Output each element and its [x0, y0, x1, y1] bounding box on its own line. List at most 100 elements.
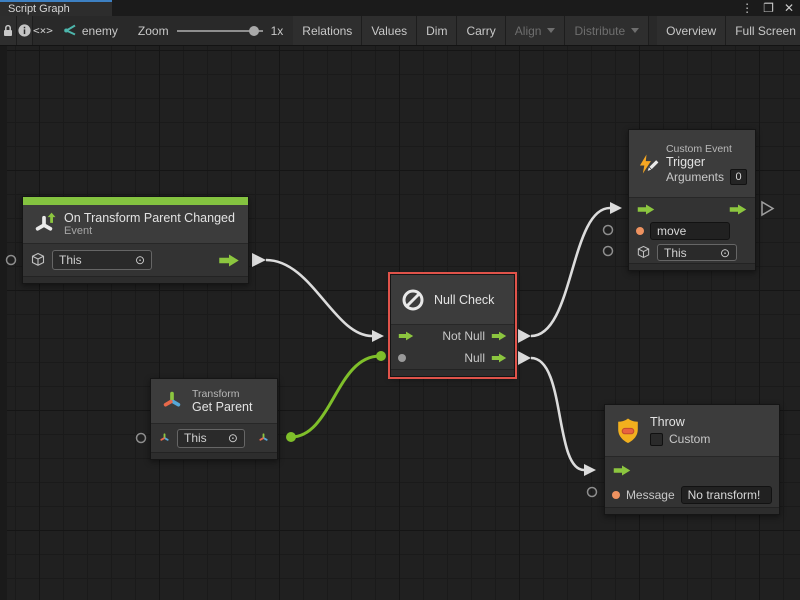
window-controls: ⋮ ❐ ✕ — [741, 0, 794, 16]
graph-toolbar: <×> enemy Zoom 1x Relations Values Dim C… — [0, 16, 800, 46]
code-icon: <×> — [33, 24, 53, 37]
transform-port-icon[interactable] — [158, 431, 171, 445]
gameobject-cube-icon — [30, 252, 46, 268]
full-screen-button[interactable]: Full Screen — [726, 16, 800, 45]
graph-name: enemy — [82, 24, 118, 38]
node-footer — [605, 507, 779, 514]
node-title: Get Parent — [192, 400, 252, 414]
null-check-icon — [399, 286, 427, 314]
wire-endpoint-dot — [376, 351, 386, 361]
flow-arrow-icon[interactable] — [636, 204, 656, 215]
trigger-target-port[interactable] — [604, 247, 613, 256]
node-title: Null Check — [434, 293, 494, 307]
arguments-count-field[interactable]: 0 — [730, 169, 747, 185]
transform-output-port-icon[interactable] — [257, 431, 270, 445]
node-null-check[interactable]: Null Check Not Null Null — [390, 274, 515, 377]
node-title: Throw — [650, 415, 710, 429]
node-title: On Transform Parent Changed — [64, 211, 235, 225]
wire-arrowhead — [372, 330, 384, 342]
getparent-target-select[interactable]: This ⊙ — [177, 429, 245, 448]
flow-arrow-icon[interactable] — [612, 465, 632, 476]
wire-event-to-nullcheck[interactable] — [266, 260, 372, 336]
target-picker-icon[interactable]: ⊙ — [135, 253, 145, 267]
close-icon[interactable]: ✕ — [784, 0, 794, 16]
window-menu-icon[interactable]: ⋮ — [741, 0, 753, 16]
wire-getparent-to-nullcheck[interactable] — [291, 356, 380, 437]
node-category: Transform — [192, 388, 252, 400]
zoom-label: Zoom — [138, 24, 169, 38]
event-output-triangle[interactable] — [252, 253, 266, 267]
transform-event-icon — [31, 211, 57, 237]
zoom-control: Zoom 1x — [128, 16, 293, 45]
node-throw[interactable]: Throw Custom Message No transform! — [604, 404, 780, 515]
graph-breadcrumb[interactable]: enemy — [53, 16, 128, 45]
tab-bar: Script Graph ⋮ ❐ ✕ — [0, 0, 800, 16]
dim-button[interactable]: Dim — [417, 16, 457, 45]
custom-checkbox[interactable] — [650, 433, 663, 446]
event-target-select[interactable]: This ⊙ — [52, 250, 152, 270]
maximize-icon[interactable]: ❐ — [763, 0, 774, 16]
null-port-label: Null — [464, 351, 485, 365]
flow-arrow-icon[interactable] — [491, 331, 507, 341]
node-footer — [391, 369, 514, 376]
inspect-button[interactable] — [17, 16, 33, 45]
flow-arrow-icon[interactable] — [398, 331, 414, 341]
node-trigger-custom-event[interactable]: Custom Event Trigger Arguments 0 — [628, 129, 756, 271]
graph-canvas[interactable]: On Transform Parent Changed Event This ⊙ — [0, 46, 800, 600]
not-null-port-label: Not Null — [442, 329, 485, 343]
wire-null-to-throw[interactable] — [531, 358, 584, 470]
distribute-dropdown[interactable]: Distribute — [565, 16, 649, 45]
throw-message-port[interactable] — [588, 488, 597, 497]
transform-icon — [159, 388, 185, 414]
align-dropdown[interactable]: Align — [506, 16, 566, 45]
target-picker-icon[interactable]: ⊙ — [228, 431, 238, 445]
throw-error-icon — [613, 416, 643, 446]
event-target-port[interactable] — [7, 256, 16, 265]
message-label: Message — [626, 488, 675, 502]
message-port[interactable] — [612, 491, 620, 499]
message-field[interactable]: No transform! — [681, 486, 772, 504]
node-on-transform-parent-changed[interactable]: On Transform Parent Changed Event This ⊙ — [22, 196, 249, 284]
trigger-output-triangle[interactable] — [762, 202, 773, 215]
null-input-port[interactable] — [398, 354, 406, 362]
notnull-output-triangle[interactable] — [518, 329, 531, 343]
zoom-slider[interactable] — [177, 25, 263, 37]
flow-arrow-icon[interactable] — [728, 204, 748, 215]
node-footer — [151, 452, 277, 459]
flow-arrow-icon[interactable] — [491, 353, 507, 363]
relations-button[interactable]: Relations — [293, 16, 362, 45]
target-picker-icon[interactable]: ⊙ — [720, 246, 730, 260]
wire-arrowhead — [610, 202, 622, 214]
flow-arrow-icon[interactable] — [217, 254, 241, 267]
graph-icon — [63, 24, 77, 37]
visual-scripting-window: Script Graph ⋮ ❐ ✕ <×> — [0, 0, 800, 600]
node-footer — [23, 276, 248, 283]
wire-notnull-to-trigger[interactable] — [531, 208, 610, 336]
getparent-target-port[interactable] — [137, 434, 146, 443]
wire-endpoint-dot — [286, 432, 296, 442]
event-name-port[interactable] — [636, 227, 644, 235]
chevron-down-icon — [547, 28, 555, 33]
event-name-field[interactable]: move — [650, 222, 730, 240]
info-icon — [17, 23, 32, 38]
lock-button[interactable] — [0, 16, 17, 45]
node-footer — [629, 263, 755, 270]
lock-icon — [0, 23, 16, 39]
toolbar-right-buttons: Relations Values Dim Carry Align Distrib… — [293, 16, 800, 45]
arguments-label: Arguments — [666, 170, 724, 184]
trigger-name-port[interactable] — [604, 226, 613, 235]
carry-button[interactable]: Carry — [457, 16, 505, 45]
values-button[interactable]: Values — [362, 16, 417, 45]
node-get-parent[interactable]: Transform Get Parent This ⊙ — [150, 378, 278, 460]
zoom-slider-handle[interactable] — [249, 26, 259, 36]
null-output-triangle[interactable] — [518, 351, 531, 365]
wire-arrowhead — [584, 464, 596, 476]
zoom-value: 1x — [271, 24, 284, 38]
edit-graph-button[interactable]: <×> — [33, 16, 53, 45]
node-category: Custom Event — [666, 143, 747, 155]
chevron-down-icon — [631, 28, 639, 33]
trigger-target-select[interactable]: This ⊙ — [657, 244, 737, 261]
overview-button[interactable]: Overview — [657, 16, 726, 45]
tab-script-graph[interactable]: Script Graph — [0, 0, 112, 16]
custom-event-icon — [637, 149, 659, 179]
